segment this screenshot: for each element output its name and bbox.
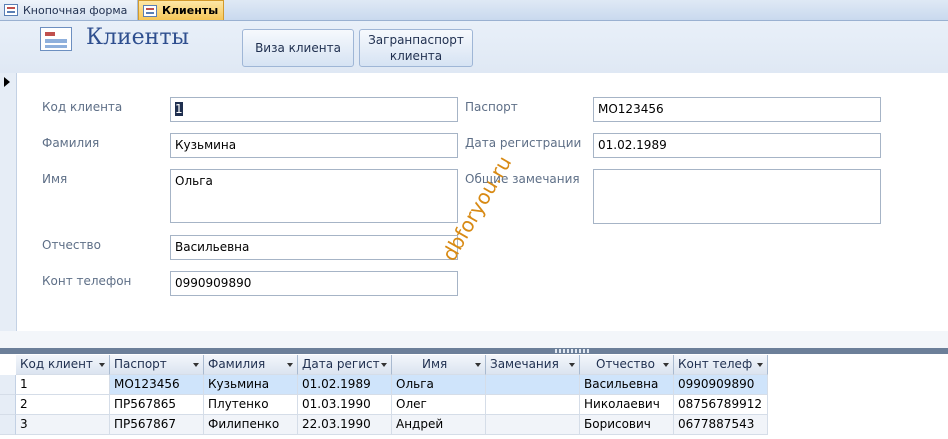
chevron-down-icon — [381, 363, 387, 367]
table-row[interactable]: 3 ПР567867 Филипенко 22.03.1990 Андрей Б… — [0, 415, 768, 435]
cell-remarks[interactable] — [486, 375, 580, 395]
visa-button-label: Виза клиента — [255, 41, 341, 55]
label-patronymic: Отчество — [42, 238, 101, 252]
chevron-down-icon — [99, 363, 105, 367]
passport-field[interactable]: МО123456 — [593, 97, 881, 122]
cell-name[interactable]: Ольга — [392, 375, 486, 395]
column-header-reg-date[interactable]: Дата регист — [298, 355, 392, 375]
cell-passport[interactable]: МО123456 — [110, 375, 204, 395]
cell-surname[interactable]: Плутенко — [204, 395, 298, 415]
cell-client-code[interactable]: 2 — [16, 395, 110, 415]
foreign-passport-button[interactable]: Загранпаспорт клиента — [359, 29, 473, 67]
form-header: Клиенты Виза клиента Загранпаспорт клиен… — [0, 21, 948, 73]
chevron-down-icon — [193, 363, 199, 367]
page-title: Клиенты — [86, 25, 190, 50]
remarks-field[interactable] — [593, 169, 881, 224]
label-phone: Конт телефон — [42, 274, 132, 288]
form-icon — [40, 27, 72, 51]
chevron-down-icon — [757, 363, 763, 367]
cell-phone[interactable]: 08756789912 — [674, 395, 768, 415]
client-code-value: 1 — [175, 102, 183, 116]
visa-button[interactable]: Виза клиента — [242, 29, 354, 67]
detail-section: Код клиента 1 Фамилия Кузьмина Имя Ольга… — [17, 73, 948, 331]
registration-date-field[interactable]: 01.02.1989 — [593, 133, 881, 158]
cell-client-code[interactable]: 1 — [16, 375, 110, 395]
cell-reg-date[interactable]: 22.03.1990 — [298, 415, 392, 435]
patronymic-field[interactable]: Васильевна — [170, 235, 458, 260]
label-surname: Фамилия — [42, 136, 100, 150]
surname-field[interactable]: Кузьмина — [170, 133, 458, 158]
form-icon — [4, 4, 18, 16]
row-selector[interactable] — [0, 415, 16, 435]
cell-phone[interactable]: 0677887543 — [674, 415, 768, 435]
cell-remarks[interactable] — [486, 415, 580, 435]
column-header-client-code[interactable]: Код клиент — [16, 355, 110, 375]
cell-reg-date[interactable]: 01.02.1989 — [298, 375, 392, 395]
cell-surname[interactable]: Кузьмина — [204, 375, 298, 395]
current-record-arrow-icon — [4, 77, 10, 87]
cell-patronymic[interactable]: Николаевич — [580, 395, 674, 415]
column-header-patronymic[interactable]: Отчество — [580, 355, 674, 375]
cell-patronymic[interactable]: Васильевна — [580, 375, 674, 395]
row-selector[interactable] — [0, 375, 16, 395]
cell-phone[interactable]: 0990909890 — [674, 375, 768, 395]
split-form-splitter[interactable] — [0, 348, 948, 354]
splitter-grip-icon[interactable] — [555, 349, 591, 353]
cell-client-code[interactable]: 3 — [16, 415, 110, 435]
tab-clients-label: Клиенты — [162, 4, 219, 17]
name-field[interactable]: Ольга — [170, 169, 458, 223]
datasheet: Код клиент Паспорт Фамилия Дата регист И… — [0, 355, 948, 439]
record-selector[interactable] — [0, 73, 17, 331]
column-header-remarks[interactable]: Замечания — [486, 355, 580, 375]
cell-name[interactable]: Андрей — [392, 415, 486, 435]
column-header-surname[interactable]: Фамилия — [204, 355, 298, 375]
form-icon — [143, 4, 157, 17]
column-header-passport[interactable]: Паспорт — [110, 355, 204, 375]
table-row[interactable]: 1 МО123456 Кузьмина 01.02.1989 Ольга Вас… — [0, 375, 768, 395]
document-tab-strip: Кнопочная форма Клиенты — [0, 0, 948, 21]
chevron-down-icon — [475, 363, 481, 367]
column-header-name[interactable]: Имя — [392, 355, 486, 375]
label-passport: Паспорт — [465, 100, 518, 114]
chevron-down-icon — [663, 363, 669, 367]
foreign-passport-label-2: клиента — [389, 49, 443, 63]
row-selector[interactable] — [0, 395, 16, 415]
tab-switchboard-label: Кнопочная форма — [23, 3, 128, 17]
chevron-down-icon — [569, 363, 575, 367]
cell-surname[interactable]: Филипенко — [204, 415, 298, 435]
chevron-down-icon — [287, 363, 293, 367]
form-footer-area — [0, 331, 948, 348]
phone-field[interactable]: 0990909890 — [170, 271, 458, 296]
cell-passport[interactable]: ПР567867 — [110, 415, 204, 435]
foreign-passport-label-1: Загранпаспорт — [368, 33, 464, 47]
label-client-code: Код клиента — [42, 100, 123, 114]
tab-clients[interactable]: Клиенты — [138, 0, 224, 20]
cell-patronymic[interactable]: Борисович — [580, 415, 674, 435]
cell-remarks[interactable] — [486, 395, 580, 415]
client-code-field[interactable]: 1 — [170, 97, 458, 122]
column-header-phone[interactable]: Конт телеф — [674, 355, 768, 375]
tab-switchboard[interactable]: Кнопочная форма — [0, 0, 138, 20]
datasheet-header-row: Код клиент Паспорт Фамилия Дата регист И… — [0, 355, 768, 375]
label-name: Имя — [42, 172, 68, 186]
cell-passport[interactable]: ПР567865 — [110, 395, 204, 415]
label-registration-date: Дата регистрации — [465, 136, 582, 150]
table-row[interactable]: 2 ПР567865 Плутенко 01.03.1990 Олег Нико… — [0, 395, 768, 415]
cell-reg-date[interactable]: 01.03.1990 — [298, 395, 392, 415]
cell-name[interactable]: Олег — [392, 395, 486, 415]
